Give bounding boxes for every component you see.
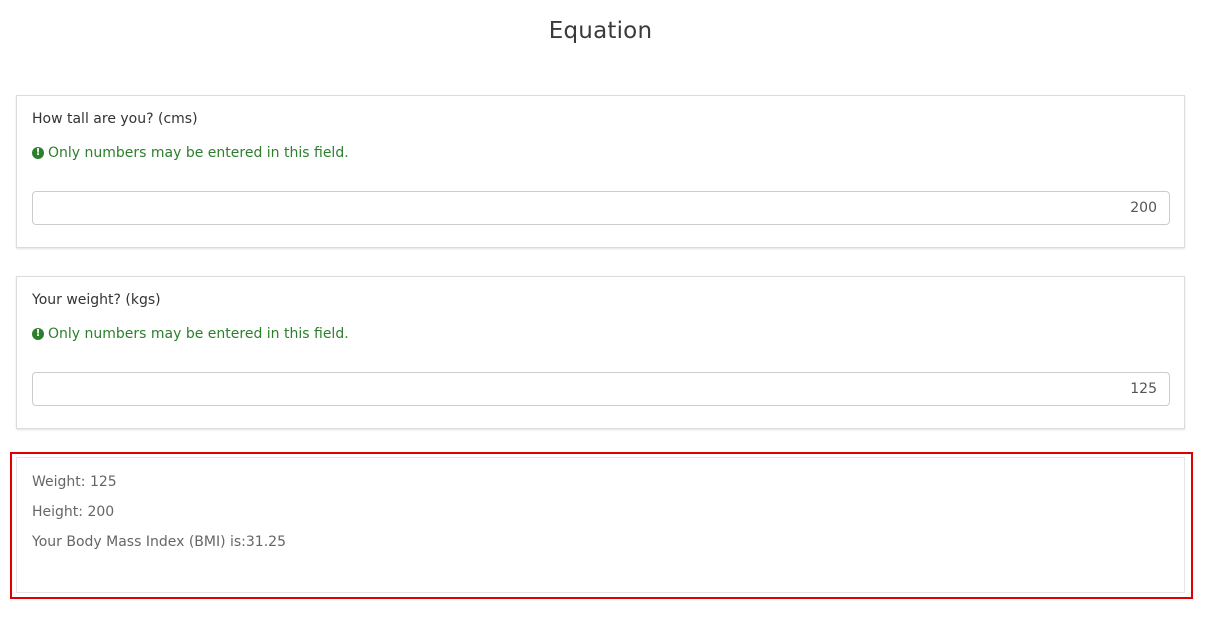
height-question-label: How tall are you? (cms): [32, 111, 198, 127]
weight-question-tip: ! Only numbers may be entered in this fi…: [32, 326, 349, 342]
highlight-box: [10, 452, 1193, 599]
page-title: Equation: [548, 18, 653, 44]
weight-tip-text: Only numbers may be entered in this fiel…: [48, 326, 349, 342]
exclamation-circle-icon: !: [32, 147, 44, 159]
height-input[interactable]: [32, 191, 1170, 225]
weight-question: Your weight? (kgs) ! Only numbers may be…: [16, 276, 1185, 429]
height-tip-text: Only numbers may be entered in this fiel…: [48, 145, 349, 161]
height-question: How tall are you? (cms) ! Only numbers m…: [16, 95, 1185, 248]
weight-input[interactable]: [32, 372, 1170, 406]
exclamation-circle-icon: !: [32, 328, 44, 340]
height-question-tip: ! Only numbers may be entered in this fi…: [32, 145, 349, 161]
weight-question-label: Your weight? (kgs): [32, 292, 161, 308]
